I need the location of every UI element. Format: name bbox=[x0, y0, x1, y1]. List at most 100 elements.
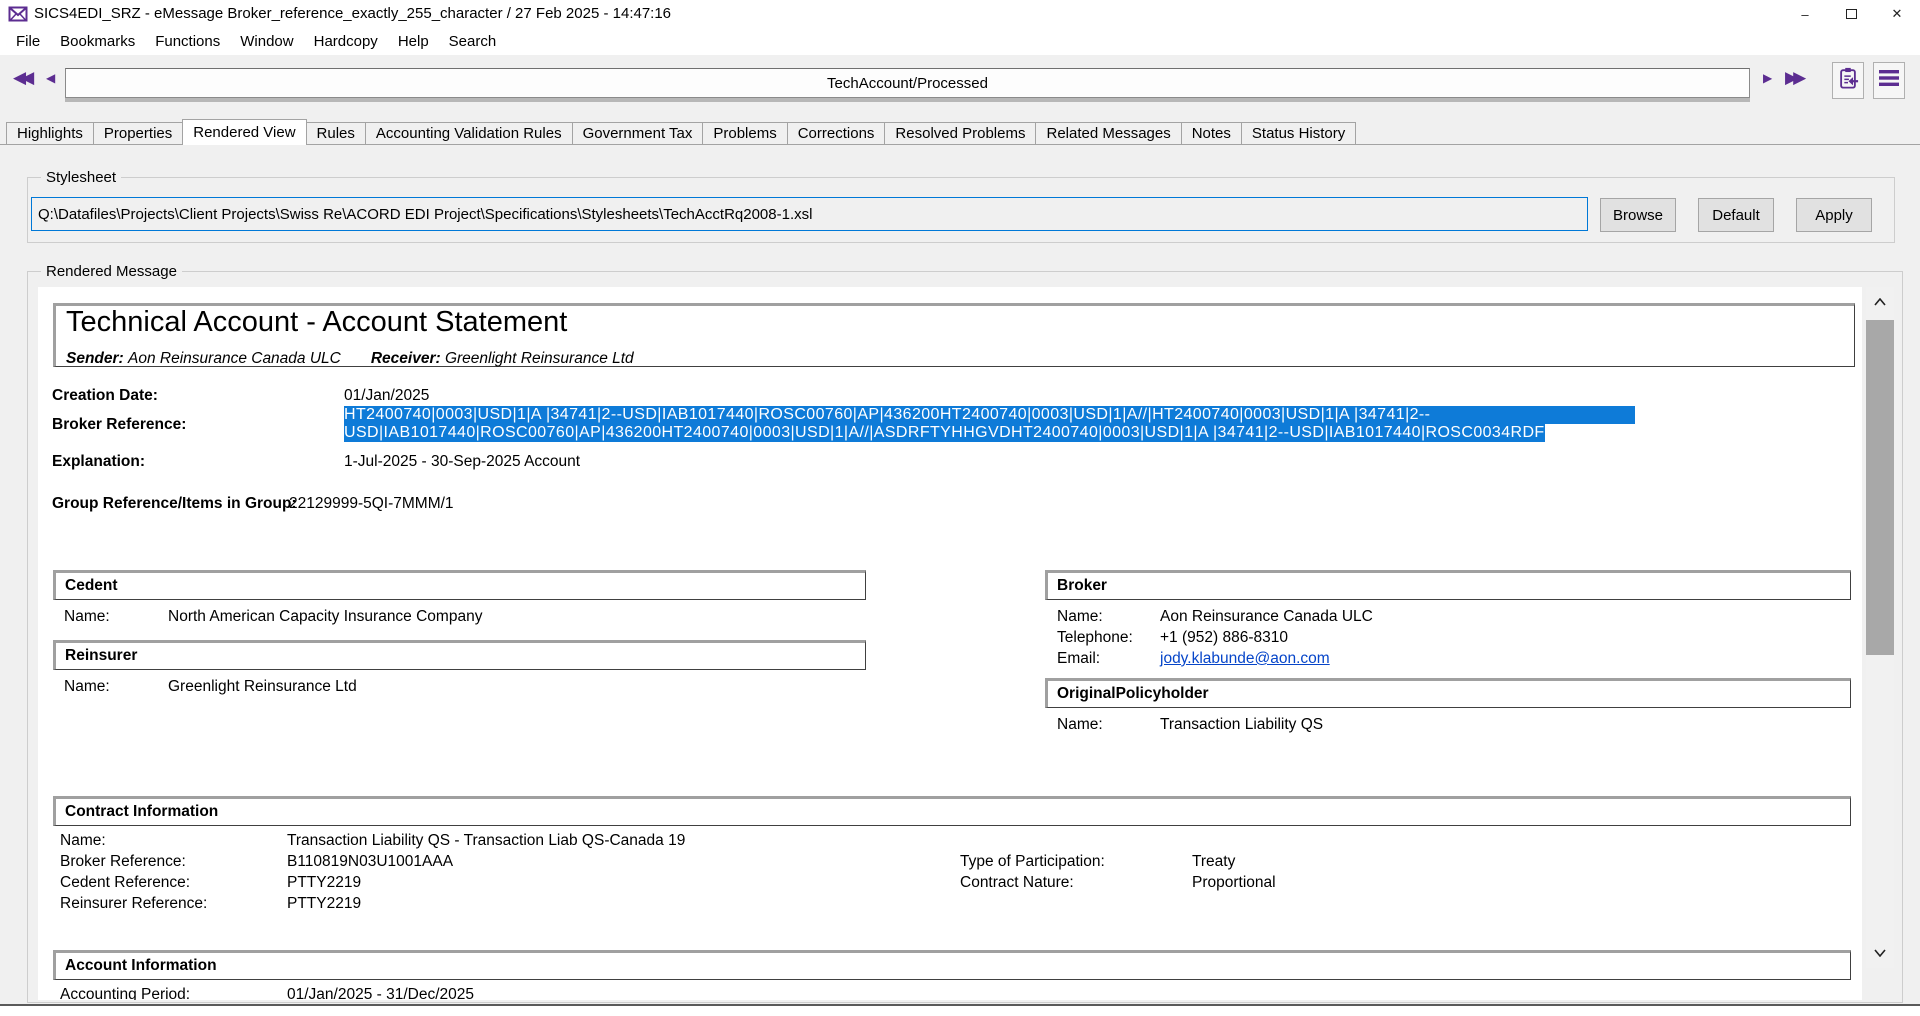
window-bottom-border bbox=[0, 1004, 1920, 1006]
menu-bar: File Bookmarks Functions Window Hardcopy… bbox=[0, 28, 1920, 55]
menu-help[interactable]: Help bbox=[388, 33, 439, 50]
browse-button[interactable]: Browse bbox=[1600, 198, 1676, 232]
contract-nature-value: Proportional bbox=[1192, 874, 1276, 892]
window-title: SICS4EDI_SRZ - eMessage Broker_reference… bbox=[34, 5, 671, 22]
tab-notes[interactable]: Notes bbox=[1181, 122, 1242, 144]
broker-telephone-label: Telephone: bbox=[1057, 629, 1133, 647]
maximize-icon bbox=[1846, 9, 1857, 19]
paste-message-button[interactable] bbox=[1832, 62, 1864, 99]
group-reference-label: Group Reference/Items in Group: bbox=[52, 495, 297, 513]
rendered-message-group-label: Rendered Message bbox=[41, 263, 182, 280]
original-policyholder-section-header: OriginalPolicyholder bbox=[1045, 678, 1851, 708]
account-section-header: Account Information bbox=[53, 950, 1851, 980]
contract-name-value: Transaction Liability QS - Transaction L… bbox=[287, 832, 685, 850]
menu-file[interactable]: File bbox=[6, 33, 50, 50]
broker-reference-label: Broker Reference: bbox=[52, 416, 186, 434]
creation-date-value: 01/Jan/2025 bbox=[344, 387, 429, 405]
cedent-name-label: Name: bbox=[64, 608, 110, 626]
tab-properties[interactable]: Properties bbox=[93, 122, 183, 144]
nav-last-button[interactable]: ▶▶ bbox=[1785, 68, 1801, 88]
tab-government-tax[interactable]: Government Tax bbox=[572, 122, 704, 144]
accounting-period-label: Accounting Period: bbox=[60, 986, 190, 1000]
group-reference-value: 22129999-5QI-7MMM/1 bbox=[289, 495, 454, 513]
scroll-down-button[interactable] bbox=[1866, 938, 1894, 968]
tab-corrections[interactable]: Corrections bbox=[787, 122, 886, 144]
sender-receiver-line: Sender: Aon Reinsurance Canada ULC Receiv… bbox=[66, 350, 634, 368]
tab-resolved-problems[interactable]: Resolved Problems bbox=[884, 122, 1036, 144]
app-icon bbox=[8, 4, 28, 24]
tab-accounting-validation-rules[interactable]: Accounting Validation Rules bbox=[365, 122, 573, 144]
original-policyholder-name-label: Name: bbox=[1057, 716, 1103, 734]
original-policyholder-name-value: Transaction Liability QS bbox=[1160, 716, 1323, 734]
message-location-field[interactable] bbox=[65, 68, 1750, 98]
reinsurer-name-value: Greenlight Reinsurance Ltd bbox=[168, 678, 357, 696]
menu-search[interactable]: Search bbox=[439, 33, 507, 50]
nav-next-button[interactable]: ▶ bbox=[1763, 71, 1772, 85]
document-title: Technical Account - Account Statement bbox=[66, 306, 567, 339]
contract-broker-reference-value: B110819N03U1001AAA bbox=[287, 853, 453, 871]
scroll-up-button[interactable] bbox=[1866, 287, 1894, 317]
contract-name-label: Name: bbox=[60, 832, 106, 850]
tab-rules[interactable]: Rules bbox=[306, 122, 366, 144]
participation-type-label: Type of Participation: bbox=[960, 853, 1105, 871]
tab-highlights[interactable]: Highlights bbox=[6, 122, 94, 144]
maximize-button[interactable] bbox=[1828, 0, 1874, 28]
tab-rendered-view[interactable]: Rendered View bbox=[182, 119, 306, 145]
nav-previous-button[interactable]: ◀ bbox=[46, 71, 55, 85]
participation-type-value: Treaty bbox=[1192, 853, 1235, 871]
minimize-button[interactable]: – bbox=[1782, 0, 1828, 28]
explanation-value: 1-Jul-2025 - 30-Sep-2025 Account bbox=[344, 453, 580, 471]
stylesheet-group-label: Stylesheet bbox=[41, 169, 121, 186]
menu-bookmarks[interactable]: Bookmarks bbox=[50, 33, 145, 50]
cedent-section-header: Cedent bbox=[53, 570, 866, 600]
broker-name-value: Aon Reinsurance Canada ULC bbox=[1160, 608, 1373, 626]
broker-reference-value-line2[interactable]: USD|IAB1017440|ROSC00760|AP|436200HT2400… bbox=[344, 424, 1545, 442]
reinsurer-section-header: Reinsurer bbox=[53, 640, 866, 670]
sender-value: Aon Reinsurance Canada ULC bbox=[128, 350, 341, 367]
broker-telephone-value: +1 (952) 886-8310 bbox=[1160, 629, 1288, 647]
tab-problems[interactable]: Problems bbox=[702, 122, 787, 144]
chevron-up-icon bbox=[1874, 293, 1886, 311]
window-controls: – ✕ bbox=[1782, 0, 1920, 28]
document-header-box: Technical Account - Account Statement Se… bbox=[53, 303, 1855, 367]
contract-cedent-reference-label: Cedent Reference: bbox=[60, 874, 190, 892]
tab-strip: Highlights Properties Rendered View Rule… bbox=[6, 119, 1355, 145]
contract-section-header: Contract Information bbox=[53, 796, 1851, 826]
chevron-down-icon bbox=[1874, 944, 1886, 962]
broker-name-label: Name: bbox=[1057, 608, 1103, 626]
broker-section-header: Broker bbox=[1045, 570, 1851, 600]
default-button[interactable]: Default bbox=[1698, 198, 1774, 232]
tab-related-messages[interactable]: Related Messages bbox=[1035, 122, 1181, 144]
broker-reference-value-line1[interactable]: HT2400740|0003|USD|1|A |34741|2--USD|IAB… bbox=[344, 406, 1635, 424]
tab-status-history[interactable]: Status History bbox=[1241, 122, 1356, 144]
clipboard-paste-icon bbox=[1837, 66, 1859, 95]
stylesheet-path-input[interactable] bbox=[31, 197, 1588, 231]
vertical-scrollbar bbox=[1866, 287, 1894, 968]
receiver-value: Greenlight Reinsurance Ltd bbox=[445, 350, 634, 367]
menu-hardcopy[interactable]: Hardcopy bbox=[304, 33, 388, 50]
apply-button[interactable]: Apply bbox=[1796, 198, 1872, 232]
nav-first-button[interactable]: ◀◀ bbox=[13, 68, 29, 88]
receiver-label: Receiver: bbox=[371, 350, 441, 367]
contract-nature-label: Contract Nature: bbox=[960, 874, 1074, 892]
menu-functions[interactable]: Functions bbox=[145, 33, 230, 50]
rendered-message-content: Technical Account - Account Statement Se… bbox=[38, 287, 1862, 1000]
broker-email-label: Email: bbox=[1057, 650, 1100, 668]
contract-cedent-reference-value: PTTY2219 bbox=[287, 874, 361, 892]
cedent-name-value: North American Capacity Insurance Compan… bbox=[168, 608, 482, 626]
explanation-label: Explanation: bbox=[52, 453, 145, 471]
creation-date-label: Creation Date: bbox=[52, 387, 158, 405]
menu-window[interactable]: Window bbox=[230, 33, 303, 50]
contract-reinsurer-reference-value: PTTY2219 bbox=[287, 895, 361, 913]
reinsurer-name-label: Name: bbox=[64, 678, 110, 696]
title-bar: SICS4EDI_SRZ - eMessage Broker_reference… bbox=[0, 0, 1920, 28]
close-button[interactable]: ✕ bbox=[1874, 0, 1920, 28]
contract-reinsurer-reference-label: Reinsurer Reference: bbox=[60, 895, 207, 913]
scrollbar-thumb[interactable] bbox=[1866, 320, 1894, 655]
toolbar-menu-button[interactable] bbox=[1873, 62, 1905, 99]
contract-broker-reference-label: Broker Reference: bbox=[60, 853, 186, 871]
sender-label: Sender: bbox=[66, 350, 124, 367]
hamburger-menu-icon bbox=[1879, 69, 1899, 92]
accounting-period-value: 01/Jan/2025 - 31/Dec/2025 bbox=[287, 986, 474, 1000]
broker-email-link[interactable]: jody.klabunde@aon.com bbox=[1160, 650, 1330, 668]
